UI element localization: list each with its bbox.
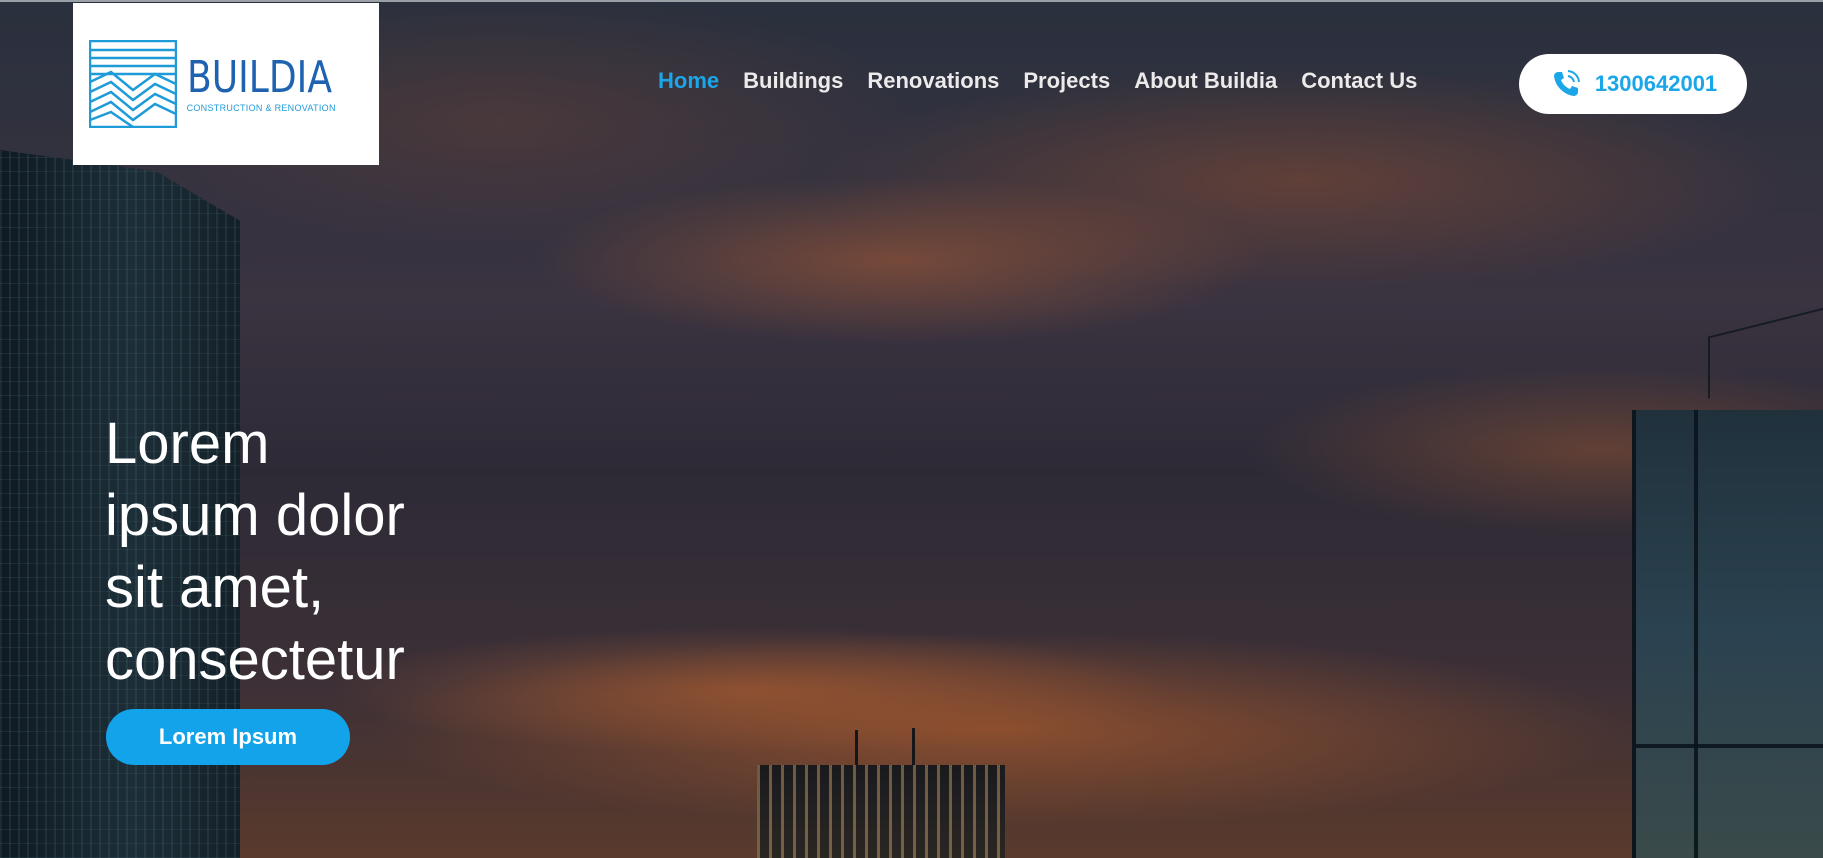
phone-number: 1300642001: [1594, 71, 1718, 96]
logo-title: BUILDIA: [186, 51, 332, 103]
hero-title-line: Lorem: [105, 411, 270, 476]
top-border-line: [0, 0, 1823, 2]
phone-ringing-icon: [1553, 70, 1580, 96]
site-logo[interactable]: BUILDIA CONSTRUCTION & RENOVATION: [73, 3, 379, 165]
nav-item-home[interactable]: Home: [658, 68, 719, 94]
nav-item-buildings[interactable]: Buildings: [743, 68, 843, 94]
nav-item-contact[interactable]: Contact Us: [1301, 68, 1417, 94]
hero-title-line: consectetur: [105, 627, 405, 692]
nav-item-renovations[interactable]: Renovations: [867, 68, 999, 94]
main-nav: Home Buildings Renovations Projects Abou…: [658, 68, 1417, 94]
cta-button[interactable]: Lorem Ipsum: [106, 709, 350, 765]
antenna: [855, 730, 858, 770]
logo-subtitle: CONSTRUCTION & RENOVATION: [186, 102, 336, 113]
hero-title-line: ipsum dolor: [105, 483, 405, 548]
middle-building: [757, 765, 1005, 858]
building-lines-logo-icon: [88, 40, 177, 128]
rooftop-railing: [1708, 307, 1823, 399]
antenna: [912, 728, 915, 770]
logo-text: BUILDIA CONSTRUCTION & RENOVATION: [186, 51, 364, 113]
nav-item-about[interactable]: About Buildia: [1134, 68, 1277, 94]
right-glass-building: [1632, 410, 1823, 858]
phone-button[interactable]: 1300642001: [1519, 54, 1747, 114]
nav-item-projects[interactable]: Projects: [1023, 68, 1110, 94]
hero-title-line: sit amet,: [105, 555, 325, 620]
hero-title: Lorem ipsum dolor sit amet, consectetur: [105, 408, 485, 696]
